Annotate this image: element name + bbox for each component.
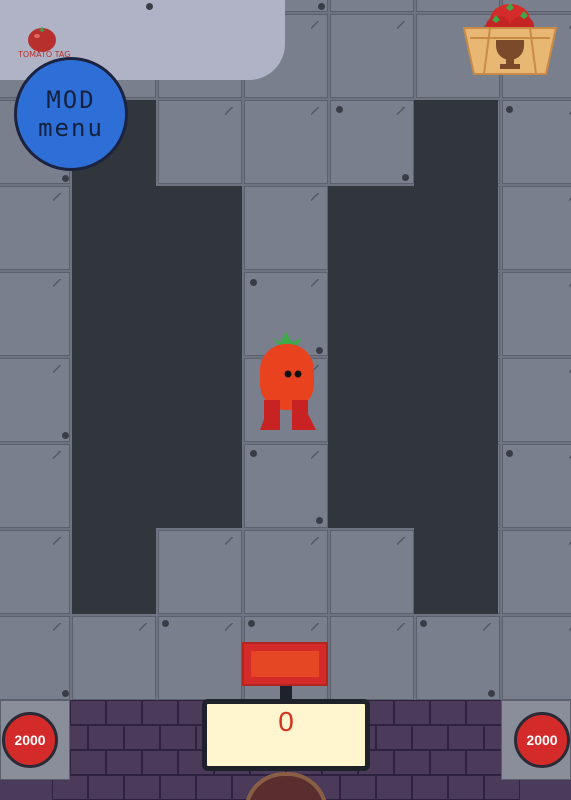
right-coin-counter[interactable]: 2000 xyxy=(514,712,570,768)
score-display: 0 xyxy=(202,699,370,771)
tomato-player xyxy=(260,332,316,430)
brick xyxy=(106,750,142,775)
floor-tile xyxy=(244,530,328,614)
bolt xyxy=(402,174,409,181)
bolt xyxy=(250,450,257,457)
floor-tile xyxy=(330,14,414,98)
brick xyxy=(412,775,448,800)
score-sign xyxy=(242,642,328,686)
brick xyxy=(142,700,178,725)
brick xyxy=(160,725,196,750)
floor-tile xyxy=(158,100,242,184)
brick xyxy=(430,750,466,775)
brick xyxy=(160,775,196,800)
pit-right-inner xyxy=(328,186,414,528)
floor-tile xyxy=(502,444,571,528)
brick xyxy=(466,700,502,725)
brick xyxy=(124,775,160,800)
floor-tile xyxy=(0,272,70,356)
bolt xyxy=(506,106,513,113)
pit-left-inner xyxy=(156,186,242,528)
bolt xyxy=(62,690,69,697)
pit-left xyxy=(72,100,156,614)
floor-tile xyxy=(502,186,571,270)
floor-tile xyxy=(502,358,571,442)
brick xyxy=(394,750,430,775)
floor-tile xyxy=(0,358,70,442)
brick xyxy=(430,700,466,725)
floor-tile xyxy=(0,530,70,614)
brick xyxy=(70,700,106,725)
brick xyxy=(340,775,376,800)
mod-menu-line2: menu xyxy=(38,114,104,142)
bolt xyxy=(250,279,257,286)
brick xyxy=(394,700,430,725)
floor-tile xyxy=(0,186,70,270)
bolt xyxy=(316,347,323,354)
floor-tile xyxy=(502,272,571,356)
floor-tile xyxy=(244,186,328,270)
brick xyxy=(448,775,484,800)
floor-tile xyxy=(502,100,571,184)
bolt xyxy=(146,3,153,10)
brick xyxy=(376,775,412,800)
floor-tile xyxy=(0,444,70,528)
pit-right xyxy=(414,100,498,614)
bolt xyxy=(248,620,255,627)
score-sign-post xyxy=(280,686,292,700)
floor-tile xyxy=(158,616,242,700)
floor-tile xyxy=(244,100,328,184)
floor-tile xyxy=(330,616,414,700)
bolt xyxy=(506,450,513,457)
left-coin-counter[interactable]: 2000 xyxy=(2,712,58,768)
floor-tile xyxy=(72,616,156,700)
floor-tile xyxy=(330,0,414,12)
floor-tile xyxy=(158,530,242,614)
game-stage: TOMATO TAG MOD menu 2000 2000 0 xyxy=(0,0,571,800)
brick xyxy=(88,775,124,800)
brick xyxy=(412,725,448,750)
bolt xyxy=(316,517,323,524)
floor-tile xyxy=(502,616,571,700)
floor-tile xyxy=(330,530,414,614)
brick xyxy=(376,725,412,750)
bolt xyxy=(162,620,169,627)
brick xyxy=(466,750,502,775)
brick xyxy=(70,750,106,775)
floor-tile xyxy=(0,616,70,700)
mod-menu-button[interactable]: MOD menu xyxy=(14,57,128,171)
floor-tile xyxy=(244,444,328,528)
mod-menu-line1: MOD xyxy=(46,86,96,114)
brick xyxy=(448,725,484,750)
bolt xyxy=(488,690,495,697)
bolt xyxy=(62,432,69,439)
bolt xyxy=(336,106,343,113)
brick xyxy=(124,725,160,750)
score-value: 0 xyxy=(278,706,294,737)
brick xyxy=(196,775,232,800)
brick xyxy=(88,725,124,750)
brick xyxy=(142,750,178,775)
bolt xyxy=(62,175,69,182)
brick xyxy=(106,700,142,725)
floor-tile xyxy=(416,616,500,700)
floor-tile xyxy=(330,100,414,184)
bolt xyxy=(318,3,325,10)
trophy-icon[interactable] xyxy=(460,0,560,78)
floor-tile xyxy=(502,530,571,614)
bolt xyxy=(420,620,427,627)
